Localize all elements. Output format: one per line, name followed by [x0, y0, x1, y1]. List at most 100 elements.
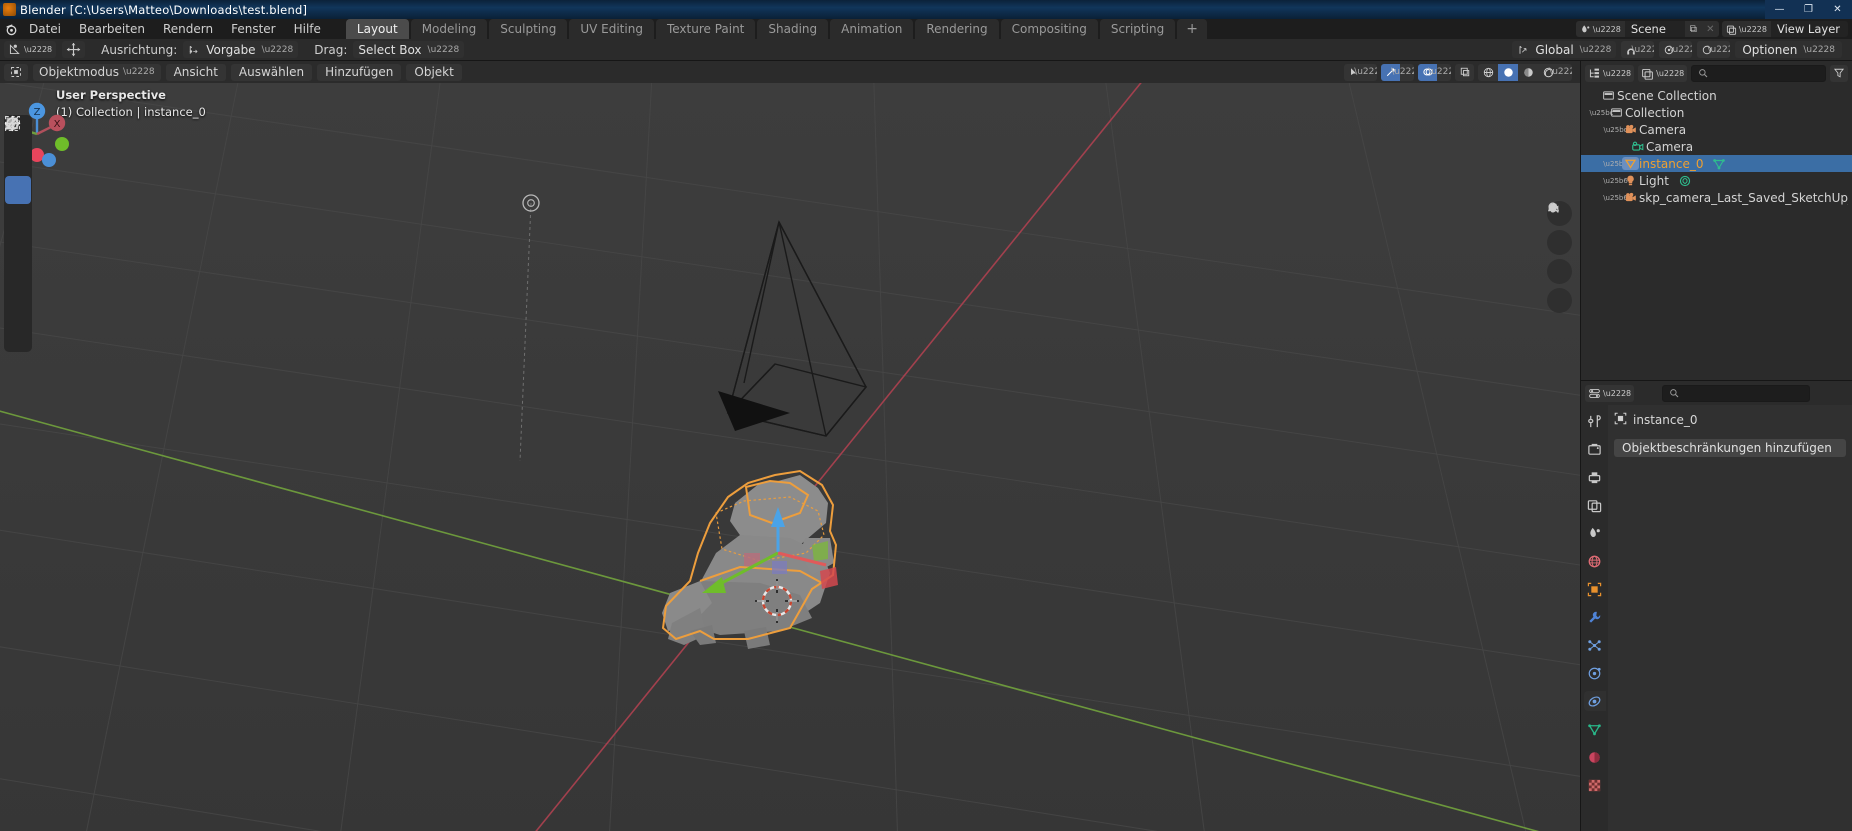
tool-scale[interactable]	[5, 117, 31, 262]
tab-texture-paint[interactable]: Texture Paint	[655, 19, 756, 39]
xray-toggle-group[interactable]	[1455, 63, 1474, 81]
visibility-selectability-group[interactable]: \u2228	[1344, 63, 1377, 81]
properties-tab-world[interactable]	[1584, 551, 1606, 571]
orientation-dropdown[interactable]: Vorgabe \u2228	[183, 41, 299, 58]
viewport-menu-hinzufuegen[interactable]: Hinzufügen	[317, 63, 402, 81]
light-data-icon[interactable]	[1678, 174, 1692, 188]
chevron-down-icon[interactable]: \u2228	[1354, 64, 1377, 81]
chevron-down-icon[interactable]: \u2228	[1708, 41, 1731, 58]
add-object-constraint-button[interactable]: Objektbeschränkungen hinzufügen	[1614, 439, 1846, 457]
tab-layout[interactable]: Layout	[345, 19, 409, 39]
new-scene-button[interactable]: ⧉	[1684, 21, 1702, 37]
tab-rendering[interactable]: Rendering	[915, 19, 999, 39]
tab-sculpting[interactable]: Sculpting	[489, 19, 568, 39]
outliner-editor-type-icon[interactable]: \u2228	[1585, 64, 1635, 82]
tab-animation[interactable]: Animation	[830, 19, 914, 39]
disclosure-triangle-right-icon[interactable]: \u25b6	[1603, 194, 1628, 202]
outliner-row-light[interactable]: \u25b6 Light	[1581, 172, 1852, 189]
properties-tab-output[interactable]	[1584, 467, 1606, 487]
disclosure-triangle-down-icon[interactable]: \u25bc	[1590, 109, 1614, 117]
properties-tab-modifier[interactable]	[1584, 607, 1606, 627]
disclosure-triangle-right-icon[interactable]: \u25b6	[1603, 177, 1628, 185]
chevron-down-icon[interactable]: \u2228	[1428, 64, 1451, 81]
blender-logo-icon[interactable]	[2, 19, 20, 39]
outliner-filter-icon[interactable]	[1830, 64, 1848, 82]
transform-orientation-dropdown[interactable]: Global \u2228	[1512, 41, 1617, 58]
chevron-down-icon[interactable]: \u2228	[1670, 41, 1693, 58]
solid-shading-icon[interactable]	[1498, 63, 1518, 81]
outliner-row-instance-0[interactable]: \u25b6 instance_0	[1581, 155, 1852, 172]
menu-datei[interactable]: Datei	[20, 19, 70, 39]
unlink-scene-button[interactable]: ✕	[1701, 21, 1719, 37]
chevron-down-icon[interactable]: \u2228	[1549, 64, 1572, 81]
properties-tab-material[interactable]	[1584, 747, 1606, 767]
drag-dropdown[interactable]: Select Box \u2228	[353, 41, 465, 58]
xray-icon[interactable]	[1455, 64, 1474, 81]
window-controls[interactable]: — ❐ ✕	[1765, 0, 1852, 19]
camera-view-icon[interactable]	[1547, 205, 1572, 284]
close-button[interactable]: ✕	[1823, 0, 1852, 19]
shading-mode-group[interactable]: \u2228	[1478, 63, 1572, 81]
disclosure-triangle-right-icon[interactable]: \u25b6	[1603, 160, 1628, 168]
proportional-edit-group[interactable]: \u2228	[1697, 41, 1731, 58]
properties-editor-type-icon[interactable]: \u2228	[1585, 384, 1635, 402]
chevron-down-icon[interactable]: \u2228	[1632, 41, 1655, 58]
tab-modeling[interactable]: Modeling	[410, 19, 488, 39]
outliner-display-mode-icon[interactable]: \u2228	[1638, 64, 1688, 82]
tool-measure[interactable]	[5, 116, 31, 349]
toggle-perspective-icon[interactable]	[1547, 203, 1572, 313]
scene-selector[interactable]: \u2228 Scene ⧉ ✕	[1575, 21, 1719, 37]
menu-bearbeiten[interactable]: Bearbeiten	[70, 19, 154, 39]
outliner-row-scene-collection[interactable]: Scene Collection	[1581, 87, 1852, 104]
properties-tab-render[interactable]	[1584, 439, 1606, 459]
properties-tab-view-layer[interactable]	[1584, 495, 1606, 515]
properties-tab-data[interactable]	[1584, 719, 1606, 739]
properties-tab-particles[interactable]	[1584, 635, 1606, 655]
overlays-toggle-group[interactable]: \u2228	[1418, 63, 1451, 81]
viewport-menu-auswaehlen[interactable]: Auswählen	[230, 63, 313, 81]
disclosure-triangle-down-icon[interactable]: \u25bc	[1604, 126, 1628, 134]
tab-compositing[interactable]: Compositing	[1000, 19, 1098, 39]
view-layer-selector[interactable]: \u2228 View Layer	[1721, 21, 1848, 37]
chevron-down-icon[interactable]: \u2228	[1391, 64, 1414, 81]
wireframe-shading-icon[interactable]	[1478, 64, 1498, 81]
outliner-row-camera-data[interactable]: Camera	[1581, 138, 1852, 155]
editor-type-icon[interactable]	[4, 63, 28, 81]
outliner-row-camera-object[interactable]: \u25bc Camera	[1581, 121, 1852, 138]
material-preview-shading-icon[interactable]	[1518, 64, 1538, 81]
tab-shading[interactable]: Shading	[757, 19, 829, 39]
tool-rotate[interactable]	[5, 117, 31, 233]
properties-search-input[interactable]	[1662, 384, 1811, 402]
outliner-row-collection[interactable]: \u25bc Collection	[1581, 104, 1852, 121]
active-tool-icon[interactable]: \u2228	[4, 41, 57, 58]
properties-tab-scene[interactable]	[1584, 523, 1606, 543]
viewport-menu-objekt[interactable]: Objekt	[406, 63, 462, 81]
pan-hand-icon[interactable]	[1547, 202, 1572, 255]
mesh-data-icon[interactable]	[1712, 157, 1726, 171]
snapping-group[interactable]: \u2228	[1621, 41, 1655, 58]
properties-tab-texture[interactable]	[1584, 775, 1606, 795]
viewport-canvas[interactable]: User Perspective (1) Collection | instan…	[0, 83, 1580, 831]
interaction-mode-dropdown[interactable]: Objektmodus \u2228	[33, 63, 161, 81]
menu-hilfe[interactable]: Hilfe	[285, 19, 330, 39]
tab-uv-editing[interactable]: UV Editing	[569, 19, 654, 39]
outliner-search-input[interactable]	[1691, 64, 1826, 82]
outliner-row-skp-camera[interactable]: \u25b6 skp_camera_Last_Saved_SketchUp_Vi…	[1581, 189, 1852, 206]
gizmo-toggle-group[interactable]: \u2228	[1381, 63, 1414, 81]
add-workspace-button[interactable]: +	[1177, 19, 1207, 39]
menu-rendern[interactable]: Rendern	[154, 19, 222, 39]
maximize-button[interactable]: ❐	[1794, 0, 1823, 19]
tool-annotate[interactable]	[5, 117, 31, 320]
properties-tab-physics[interactable]	[1584, 663, 1606, 683]
menu-fenster[interactable]: Fenster	[222, 19, 285, 39]
options-dropdown[interactable]: Optionen \u2228	[1735, 41, 1842, 58]
viewport-menu-ansicht[interactable]: Ansicht	[165, 63, 226, 81]
properties-tab-object[interactable]	[1584, 579, 1606, 599]
outliner-tree[interactable]: Scene Collection \u25bc Collection \u25b…	[1581, 85, 1852, 380]
tool-cursor[interactable]	[4, 115, 31, 175]
tool-transform[interactable]	[5, 117, 31, 291]
minimize-button[interactable]: —	[1765, 0, 1794, 19]
properties-tab-constraints[interactable]	[1583, 691, 1606, 711]
properties-tab-tool[interactable]	[1584, 411, 1606, 431]
move-tool-icon[interactable]	[62, 41, 86, 58]
